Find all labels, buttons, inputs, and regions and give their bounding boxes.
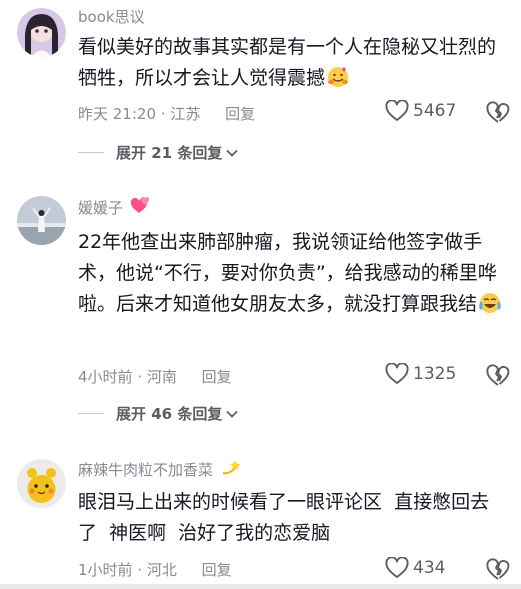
comment-location: 河北 [146, 561, 177, 579]
comment-body: 看似美好的故事其实都是有一个人在隐秘又壮烈的牺牲，所以才会让人觉得震撼 [78, 36, 497, 89]
comment-text: 看似美好的故事其实都是有一个人在隐秘又壮烈的牺牲，所以才会让人觉得震撼 [78, 32, 508, 94]
sparkling-heart-icon [125, 196, 152, 217]
expand-replies-label: 展开 46 条回复 [116, 405, 223, 423]
heart-outline-icon [385, 363, 409, 384]
comment-location: 河南 [146, 368, 177, 386]
bottom-edge [0, 584, 521, 589]
like-button[interactable]: 434 [385, 557, 445, 579]
username[interactable]: 麻辣牛肉粒不加香菜 [78, 458, 242, 480]
divider-line [78, 152, 104, 153]
like-count: 5467 [413, 101, 457, 121]
comment-body: 22年他查出来肺部肿瘤，我说领证给他签字做手术，他说“不行，要对你负责”，给我感… [78, 231, 497, 315]
avatar[interactable] [17, 8, 66, 57]
comment-meta: 1小时前 · 河北 回复 [78, 561, 232, 579]
comment-time: 1小时前 [78, 561, 133, 579]
username[interactable]: book思议 [78, 6, 145, 27]
avatar[interactable] [17, 196, 66, 245]
comment-body: 眼泪马上出来的时候看了一眼评论区 直接憋回去了 神医啊 治好了我的恋爱脑 [78, 491, 490, 544]
username-text: book思议 [78, 8, 145, 26]
comment-meta: 昨天 21:20 · 江苏 回复 [78, 105, 256, 123]
divider-line [78, 413, 104, 414]
dizzy-star-icon [215, 460, 242, 479]
username[interactable]: 媛媛子 [78, 196, 152, 218]
broken-heart-icon[interactable] [486, 558, 510, 582]
reply-button[interactable]: 回复 [202, 561, 232, 579]
avatar[interactable] [17, 459, 66, 508]
like-button[interactable]: 5467 [385, 100, 456, 122]
crying-laugh-emoji-icon [479, 292, 501, 314]
hug-emoji-icon [327, 66, 349, 88]
heart-outline-icon [385, 100, 409, 121]
comment-text: 眼泪马上出来的时候看了一眼评论区 直接憋回去了 神医啊 治好了我的恋爱脑 [78, 487, 508, 549]
reply-button[interactable]: 回复 [225, 105, 255, 123]
heart-outline-icon [385, 557, 409, 578]
reply-button[interactable]: 回复 [202, 368, 232, 386]
like-count: 434 [413, 558, 446, 578]
chevron-down-icon [226, 149, 238, 157]
comment-time: 4小时前 [78, 368, 133, 386]
comment-text: 22年他查出来肺部肿瘤，我说领证给他签字做手术，他说“不行，要对你负责”，给我感… [78, 227, 508, 320]
broken-heart-icon[interactable] [486, 364, 510, 388]
expand-replies-button[interactable]: 展开 21 条回复 [78, 142, 238, 163]
comment-time: 昨天 21:20 [78, 105, 156, 123]
expand-replies-label: 展开 21 条回复 [116, 144, 223, 162]
expand-replies-button[interactable]: 展开 46 条回复 [78, 403, 238, 424]
broken-heart-icon[interactable] [486, 101, 510, 125]
comment-location: 江苏 [170, 105, 201, 123]
like-button[interactable]: 1325 [385, 363, 456, 385]
like-count: 1325 [413, 364, 457, 384]
chevron-down-icon [226, 410, 238, 418]
username-text: 媛媛子 [78, 199, 124, 217]
comment-meta: 4小时前 · 河南 回复 [78, 368, 232, 386]
username-text: 麻辣牛肉粒不加香菜 [78, 461, 214, 479]
